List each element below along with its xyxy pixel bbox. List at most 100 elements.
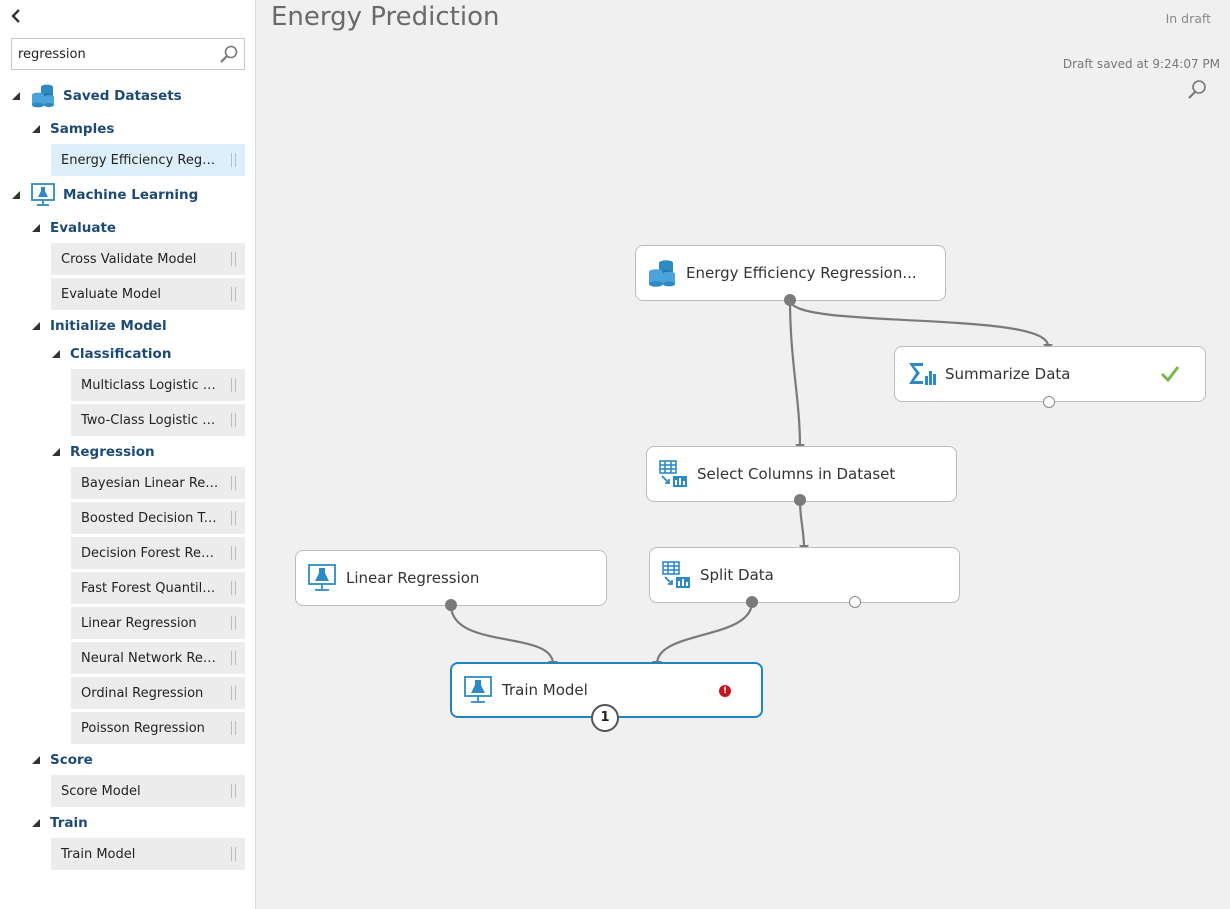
palette-item-decision-forest-regression[interactable]: Decision Forest Regression [71,537,245,569]
expand-triangle-icon[interactable] [11,190,21,200]
output-port[interactable] [445,599,457,611]
palette-item-label: Multiclass Logistic Regression [81,377,219,393]
tree-category-label: Regression [70,444,155,460]
wire-linear-to-train [449,604,555,665]
module-label: Select Columns in Dataset [697,465,896,483]
palette-item-label: Boosted Decision Tree Regression [81,510,219,526]
drag-handle[interactable] [231,378,236,392]
drag-handle[interactable] [231,153,236,167]
search-icon[interactable] [219,44,239,64]
palette-item-multiclass-logistic-regression[interactable]: Multiclass Logistic Regression [71,369,245,401]
palette-item-evaluate-model[interactable]: Evaluate Model [51,278,245,310]
palette-item-label: Neural Network Regression [81,650,219,666]
expand-triangle-icon[interactable] [51,349,61,359]
tree-group-machine-learning[interactable]: Machine Learning [11,183,199,206]
output-port[interactable] [784,294,796,306]
tree-category-label: Train [50,815,88,831]
module-label: Train Model [502,681,588,699]
expand-triangle-icon[interactable] [11,91,21,101]
module-energy-efficiency-dataset[interactable]: Energy Efficiency Regression... [635,245,946,301]
expand-triangle-icon[interactable] [31,321,41,331]
tree-category-initialize-model[interactable]: Initialize Model [31,315,167,337]
output-port[interactable] [746,596,758,608]
draft-status: In draft [1165,11,1211,26]
tree-group-label: Saved Datasets [63,88,182,104]
drag-handle[interactable] [231,476,236,490]
expand-triangle-icon[interactable] [31,818,41,828]
drag-handle[interactable] [231,546,236,560]
tree-group-saved-datasets[interactable]: Saved Datasets [11,84,182,108]
module-palette: Saved Datasets Samples Energy Efficiency… [0,0,256,909]
search-icon[interactable] [1186,79,1208,101]
drag-handle[interactable] [231,581,236,595]
palette-item-cross-validate-model[interactable]: Cross Validate Model [51,243,245,275]
drag-handle[interactable] [231,721,236,735]
expand-triangle-icon[interactable] [31,124,41,134]
tree-category-score[interactable]: Score [31,749,93,771]
module-label: Summarize Data [945,365,1071,383]
wire-energy-to-select [788,299,802,447]
palette-item-label: Bayesian Linear Regression [81,475,219,491]
palette-item-ordinal-regression[interactable]: Ordinal Regression [71,677,245,709]
output-port[interactable] [849,596,861,608]
expand-triangle-icon[interactable] [31,755,41,765]
dataset-icon [649,260,675,287]
palette-item-score-model[interactable]: Score Model [51,775,245,807]
tree-category-evaluate[interactable]: Evaluate [31,217,116,239]
palette-item-energy-efficiency[interactable]: Energy Efficiency Regression data [51,144,245,176]
palette-item-label: Fast Forest Quantile Regression [81,580,219,596]
palette-item-poisson-regression[interactable]: Poisson Regression [71,712,245,744]
drag-handle[interactable] [231,651,236,665]
palette-item-label: Two-Class Logistic Regression [81,412,219,428]
output-port[interactable] [794,494,806,506]
error-icon[interactable]: ! [719,685,731,697]
expand-triangle-icon[interactable] [31,223,41,233]
search-input[interactable] [12,39,212,69]
wire-select-to-split [798,499,806,549]
module-summarize-data[interactable]: Summarize Data [894,346,1206,402]
table-transform-icon [662,561,690,588]
drag-handle[interactable] [231,252,236,266]
palette-item-fast-forest-quantile-regression[interactable]: Fast Forest Quantile Regression [71,572,245,604]
palette-item-train-model[interactable]: Train Model [51,838,245,870]
tree-category-label: Classification [70,346,172,362]
module-label: Linear Regression [346,569,480,587]
experiment-title[interactable]: Energy Prediction [271,2,499,32]
tree-category-label: Evaluate [50,220,117,236]
expand-triangle-icon[interactable] [51,447,61,457]
drag-handle[interactable] [231,847,236,861]
tree-category-samples[interactable]: Samples [31,118,114,140]
wire-split-to-train [655,601,754,665]
palette-item-linear-regression[interactable]: Linear Regression [71,607,245,639]
chevron-left-icon[interactable] [8,6,24,26]
tree-category-train[interactable]: Train [31,812,88,834]
sigma-chart-icon [909,363,936,385]
palette-item-label: Linear Regression [81,615,197,631]
checkmark-icon [1160,366,1180,383]
drag-handle[interactable] [231,686,236,700]
flask-monitor-icon [31,183,55,206]
palette-item-boosted-decision-tree-regression[interactable]: Boosted Decision Tree Regression [71,502,245,534]
drag-handle[interactable] [231,287,236,301]
drag-handle[interactable] [231,413,236,427]
palette-item-bayesian-linear-regression[interactable]: Bayesian Linear Regression [71,467,245,499]
output-port-badge[interactable]: 1 [591,704,619,732]
tree-category-regression[interactable]: Regression [51,441,155,463]
palette-item-two-class-logistic-regression[interactable]: Two-Class Logistic Regression [71,404,245,436]
palette-item-neural-network-regression[interactable]: Neural Network Regression [71,642,245,674]
table-transform-icon [659,460,687,487]
palette-item-label: Train Model [61,846,136,862]
tree-category-classification[interactable]: Classification [51,343,171,365]
palette-item-label: Cross Validate Model [61,251,197,267]
palette-item-label: Energy Efficiency Regression data [61,152,219,168]
tree-group-label: Machine Learning [63,187,199,203]
drag-handle[interactable] [231,616,236,630]
module-label: Energy Efficiency Regression... [686,264,917,282]
module-linear-regression[interactable]: Linear Regression [295,550,607,606]
palette-item-label: Score Model [61,783,141,799]
drag-handle[interactable] [231,784,236,798]
wire-energy-to-summarize [788,299,1050,347]
module-split-data[interactable]: Split Data [649,547,960,603]
drag-handle[interactable] [231,511,236,525]
output-port[interactable] [1043,396,1055,408]
